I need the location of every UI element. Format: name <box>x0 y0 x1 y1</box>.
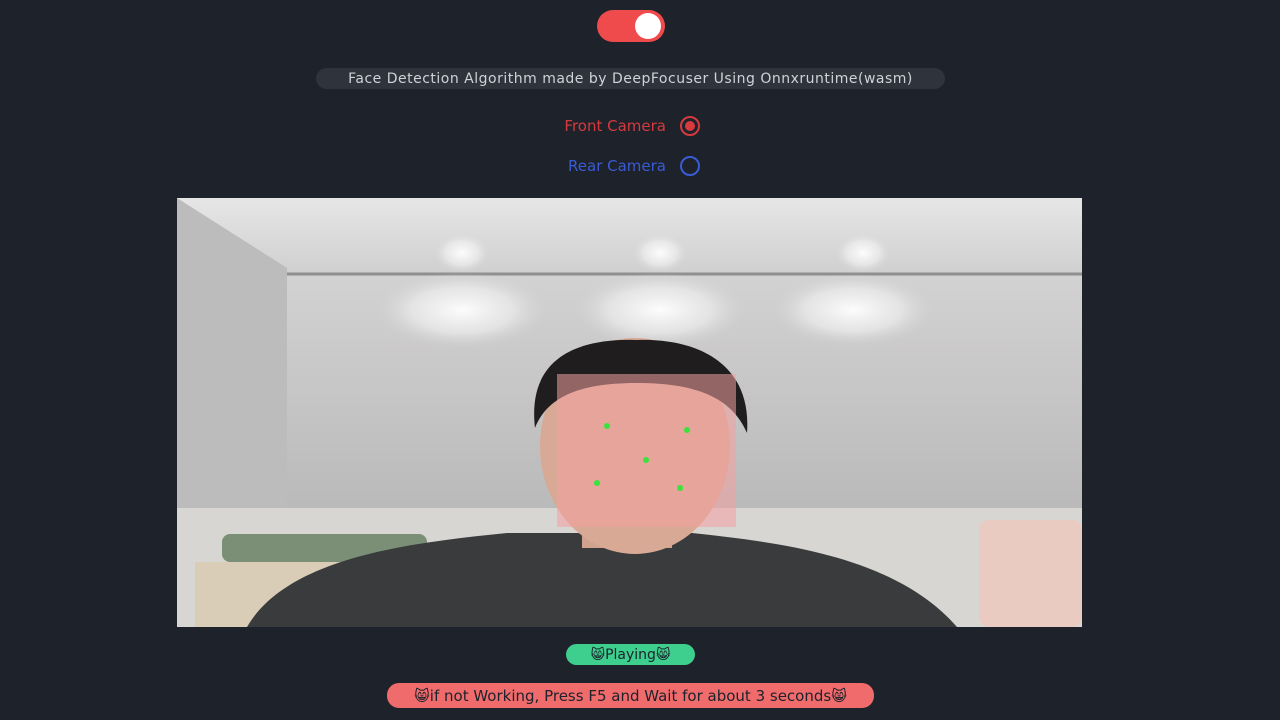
ceiling-light <box>835 233 891 273</box>
wall-light-spot <box>773 274 933 346</box>
algorithm-info-badge: Face Detection Algorithm made by DeepFoc… <box>316 68 945 89</box>
video-frame-canvas <box>177 198 1082 627</box>
pink-cushion <box>979 520 1082 627</box>
front-camera-option[interactable]: Front Camera <box>540 111 740 141</box>
rear-camera-label: Rear Camera <box>568 157 666 175</box>
toggle-knob <box>635 13 661 39</box>
left-eye-landmark <box>604 423 610 429</box>
app-page: Face Detection Algorithm made by DeepFoc… <box>0 0 1280 720</box>
ceiling-light <box>632 233 688 273</box>
ceiling <box>177 198 1082 276</box>
camera-toggle-switch[interactable] <box>597 10 665 42</box>
right-eye-landmark <box>684 427 690 433</box>
wall-light-spot <box>377 272 547 348</box>
reload-hint-badge: 😸if not Working, Press F5 and Wait for a… <box>387 683 874 708</box>
playing-status-badge: 😸Playing😸 <box>566 644 695 665</box>
radio-selected-dot <box>685 121 695 131</box>
nose-landmark <box>643 457 649 463</box>
ceiling-light <box>434 233 490 273</box>
rear-camera-radio[interactable] <box>680 156 700 176</box>
rear-camera-option[interactable]: Rear Camera <box>540 151 740 181</box>
face-detection-box <box>557 374 736 527</box>
mouth-right-landmark <box>677 485 683 491</box>
camera-video-feed <box>177 198 1082 627</box>
front-camera-radio[interactable] <box>680 116 700 136</box>
mouth-left-landmark <box>594 480 600 486</box>
front-camera-label: Front Camera <box>564 117 666 135</box>
wall-light-spot <box>575 272 745 348</box>
